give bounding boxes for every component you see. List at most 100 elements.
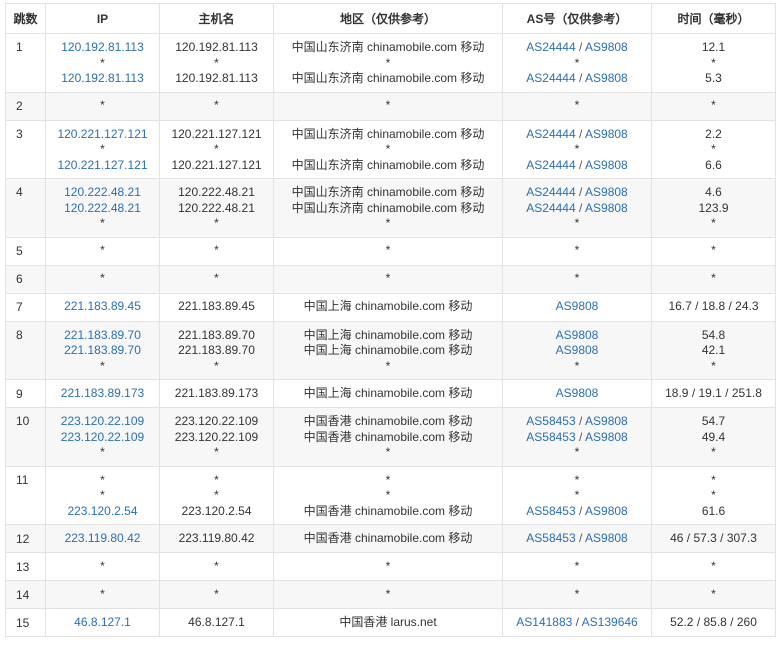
as-separator: / bbox=[575, 185, 586, 199]
as-link[interactable]: AS9808 bbox=[585, 40, 628, 54]
region-line: 中国上海 chinamobile.com 移动 bbox=[278, 386, 498, 402]
cell-as: AS58453 / AS9808 AS58453 / AS9808 * bbox=[502, 407, 652, 467]
time-line: * bbox=[656, 271, 771, 287]
empty-marker: * bbox=[711, 558, 716, 573]
header-host: 主机名 bbox=[159, 3, 274, 34]
as-link[interactable]: AS9808 bbox=[556, 343, 599, 357]
ip-link[interactable]: 120.192.81.113 bbox=[61, 71, 144, 85]
table-header-row: 跳数 IP 主机名 地区（仅供参考） AS号（仅供参考） 时间（毫秒） bbox=[5, 3, 776, 34]
region-text: 中国山东济南 chinamobile.com 移动 bbox=[291, 185, 485, 199]
time-text: 5.3 bbox=[705, 71, 722, 85]
cell-region: 中国山东济南 chinamobile.com 移动 中国山东济南 chinamob… bbox=[273, 178, 503, 238]
ip-line: * bbox=[50, 56, 155, 72]
as-link[interactable]: AS24444 bbox=[526, 71, 575, 85]
as-line: AS9808 bbox=[507, 386, 647, 402]
as-separator: / bbox=[575, 429, 586, 444]
as-link[interactable]: AS9808 bbox=[556, 328, 599, 342]
table-row: 7 221.183.89.45 221.183.89.45 中国上海 chinamob… bbox=[5, 292, 776, 322]
ip-link[interactable]: 221.183.89.45 bbox=[64, 299, 141, 313]
host-line: 46.8.127.1 bbox=[164, 615, 269, 631]
empty-marker: * bbox=[574, 271, 580, 286]
time-line: * bbox=[656, 56, 771, 72]
as-link[interactable]: AS58453 bbox=[526, 430, 575, 444]
cell-time: * bbox=[651, 552, 776, 581]
ip-link[interactable]: 120.221.127.121 bbox=[57, 158, 147, 172]
host-line: * bbox=[164, 56, 269, 72]
table-row: 11 * * 223.120.2.54 * * 223.120.2.54 * * 中国香港 chi… bbox=[5, 465, 776, 525]
as-link[interactable]: AS9808 bbox=[585, 531, 628, 545]
ip-link[interactable]: 221.183.89.70 bbox=[64, 328, 141, 342]
time-line: * bbox=[656, 488, 771, 504]
cell-region: 中国山东济南 chinamobile.com 移动 * 中国山东济南 chinamo… bbox=[273, 119, 503, 179]
header-hop: 跳数 bbox=[5, 3, 46, 34]
ip-line: * bbox=[50, 243, 155, 259]
hop-number: 11 bbox=[5, 465, 46, 525]
ip-link[interactable]: 221.183.89.173 bbox=[61, 386, 144, 400]
cell-host: 223.119.80.42 bbox=[159, 524, 274, 553]
as-link[interactable]: AS9808 bbox=[585, 504, 628, 518]
as-link[interactable]: AS9808 bbox=[585, 158, 628, 172]
as-link[interactable]: AS9808 bbox=[585, 414, 628, 428]
cell-time: * bbox=[651, 236, 776, 266]
as-link[interactable]: AS24444 bbox=[526, 158, 575, 172]
as-link[interactable]: AS24444 bbox=[526, 40, 575, 54]
as-link[interactable]: AS58453 bbox=[526, 531, 575, 545]
as-link[interactable]: AS9808 bbox=[585, 185, 628, 199]
header-region: 地区（仅供参考） bbox=[273, 3, 503, 34]
as-link[interactable]: AS139646 bbox=[582, 615, 638, 629]
as-link[interactable]: AS58453 bbox=[526, 504, 575, 518]
cell-host: 223.120.22.109 223.120.22.109 * bbox=[159, 407, 274, 467]
as-link[interactable]: AS9808 bbox=[585, 71, 628, 85]
region-text: 中国香港 chinamobile.com 移动 bbox=[303, 503, 473, 518]
region-line: * bbox=[278, 587, 498, 603]
time-line: * bbox=[656, 445, 771, 461]
region-line: 中国香港 chinamobile.com 移动 bbox=[278, 504, 498, 520]
cell-ip: * bbox=[45, 91, 160, 121]
table-row: 13 * * * * * bbox=[5, 552, 776, 581]
cell-region: * bbox=[273, 264, 503, 294]
ip-link[interactable]: 120.192.81.113 bbox=[61, 40, 144, 54]
cell-region: 中国上海 chinamobile.com 移动 bbox=[273, 379, 503, 408]
region-line: 中国山东济南 chinamobile.com 移动 bbox=[278, 185, 498, 201]
ip-link[interactable]: 223.119.80.42 bbox=[65, 531, 141, 545]
ip-link[interactable]: 46.8.127.1 bbox=[74, 615, 131, 629]
as-link[interactable]: AS58453 bbox=[526, 414, 575, 428]
time-line: * bbox=[656, 98, 771, 114]
ip-link[interactable]: 223.120.22.109 bbox=[61, 430, 144, 444]
ip-line: * bbox=[50, 98, 155, 114]
time-line: * bbox=[656, 359, 771, 375]
as-link[interactable]: AS9808 bbox=[585, 430, 628, 444]
time-line: 54.8 bbox=[656, 328, 771, 344]
as-link[interactable]: AS24444 bbox=[526, 185, 575, 199]
hop-number: 12 bbox=[5, 524, 46, 553]
ip-link[interactable]: 120.222.48.21 bbox=[64, 185, 141, 199]
empty-marker: * bbox=[385, 586, 391, 601]
as-link[interactable]: AS9808 bbox=[556, 299, 599, 313]
as-link[interactable]: AS9808 bbox=[585, 201, 628, 215]
table-row: 10 223.120.22.109 223.120.22.109 * 223.120.2… bbox=[5, 407, 776, 467]
ip-link[interactable]: 120.221.127.121 bbox=[57, 127, 147, 141]
cell-as: AS24444 / AS9808 * AS24444 / AS9808 bbox=[502, 119, 652, 179]
time-line: 16.7 / 18.8 / 24.3 bbox=[656, 299, 771, 315]
as-link[interactable]: AS9808 bbox=[556, 386, 599, 400]
host-line: * bbox=[164, 142, 269, 158]
region-line: 中国山东济南 chinamobile.com 移动 bbox=[278, 201, 498, 217]
cell-time: * * 61.6 bbox=[651, 465, 776, 525]
empty-marker: * bbox=[385, 55, 391, 70]
host-line: * bbox=[164, 445, 269, 461]
host-line: 120.192.81.113 bbox=[164, 71, 269, 87]
region-line: 中国山东济南 chinamobile.com 移动 bbox=[278, 71, 498, 87]
as-link[interactable]: AS24444 bbox=[526, 127, 575, 141]
as-link[interactable]: AS9808 bbox=[585, 127, 628, 141]
ip-link[interactable]: 223.120.2.54 bbox=[67, 504, 137, 518]
ip-line: * bbox=[50, 216, 155, 232]
cell-ip: * bbox=[45, 552, 160, 581]
ip-link[interactable]: 120.222.48.21 bbox=[64, 201, 141, 215]
ip-link[interactable]: 223.120.22.109 bbox=[61, 414, 144, 428]
host-line: 120.222.48.21 bbox=[164, 185, 269, 201]
header-as: AS号（仅供参考） bbox=[502, 3, 652, 34]
as-link[interactable]: AS141883 bbox=[516, 615, 572, 629]
as-link[interactable]: AS24444 bbox=[526, 201, 575, 215]
ip-link[interactable]: 221.183.89.70 bbox=[64, 343, 141, 357]
ip-line: * bbox=[50, 488, 155, 504]
